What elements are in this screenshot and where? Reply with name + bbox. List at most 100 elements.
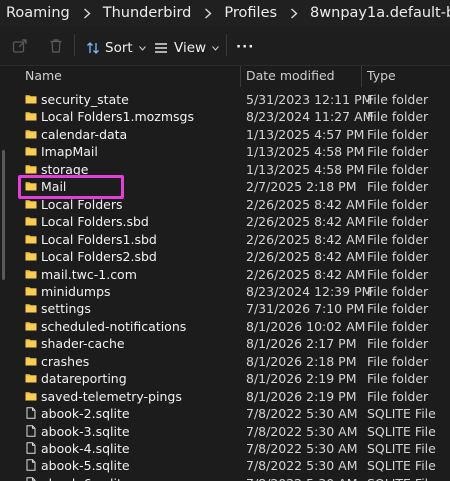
folder-icon: [25, 93, 37, 105]
breadcrumb-item-roaming[interactable]: Roaming: [0, 5, 70, 21]
file-date-modified: 8/23/2024 12:39 PM: [246, 283, 373, 299]
view-label: View: [174, 40, 207, 56]
column-header-type[interactable]: Type: [367, 68, 396, 83]
file-type: File folder: [367, 388, 429, 404]
breadcrumb-item-thunderbird[interactable]: Thunderbird: [103, 5, 192, 21]
sort-button[interactable]: Sort: [86, 40, 146, 56]
file-type: File folder: [367, 109, 429, 125]
folder-icon: [25, 145, 37, 157]
file-list: security_state 5/31/2023 12:11 PM File fol…: [0, 91, 450, 481]
file-name: Local Folders.sbd: [41, 214, 149, 230]
file-name: security_state: [41, 92, 129, 107]
file-row[interactable]: Local Folders.sbd 2/26/2025 8:42 AM File f…: [0, 213, 450, 231]
file-date-modified: 1/13/2025 4:58 PM: [246, 144, 365, 160]
file-date-modified: 7/8/2022 5:30 AM: [246, 458, 358, 474]
file-name: abook-2.sqlite: [41, 406, 130, 422]
mail-folder-highlight: [18, 175, 124, 199]
breadcrumb-item-profile[interactable]: 8wnpay1a.default-beta: [310, 5, 450, 21]
file-name: abook-5.sqlite: [41, 458, 130, 474]
file-name: crashes: [41, 353, 90, 369]
file-date-modified: 7/31/2026 7:10 PM: [246, 301, 365, 317]
file-date-modified: 2/26/2025 8:42 AM: [246, 231, 366, 247]
file-type: File folder: [367, 371, 429, 387]
command-bar: [0, 26, 450, 66]
column-header-row: Name Date modified Type: [0, 66, 450, 87]
file-icon: [25, 442, 37, 454]
folder-icon: [25, 198, 37, 210]
file-row[interactable]: ImapMail 1/13/2025 4:58 PM File folder: [0, 143, 450, 161]
file-date-modified: 2/26/2025 8:42 AM: [246, 214, 366, 230]
folder-icon: [25, 320, 37, 332]
file-row[interactable]: abook-5.sqlite 7/8/2022 5:30 AM SQLITE Fil…: [0, 457, 450, 475]
file-row[interactable]: mail.twc-1.com 2/26/2025 8:42 AM File fold…: [0, 266, 450, 284]
column-divider[interactable]: [361, 66, 362, 87]
delete-icon[interactable]: [48, 38, 64, 54]
file-name: Local Folders1.mozmsgs: [41, 109, 194, 125]
file-name: settings: [41, 301, 91, 317]
column-header-date[interactable]: Date modified: [246, 68, 335, 83]
folder-icon: [25, 355, 37, 367]
file-row[interactable]: crashes 8/1/2026 2:18 PM File folder: [0, 353, 450, 371]
file-type: File folder: [367, 318, 429, 334]
file-row[interactable]: Local Folders1.sbd 2/26/2025 8:42 AM File …: [0, 231, 450, 249]
vertical-scrollbar[interactable]: [2, 150, 5, 280]
file-name: minidumps: [41, 283, 111, 299]
file-name: calendar-data: [41, 126, 128, 142]
share-icon[interactable]: [12, 38, 28, 54]
file-name: Local Folders1.sbd: [41, 231, 157, 247]
file-row[interactable]: Local Folders1.mozmsgs 8/23/2024 11:27 AM…: [0, 108, 450, 126]
file-date-modified: 2/26/2025 8:42 AM: [246, 196, 366, 212]
file-row[interactable]: shader-cache 8/1/2026 2:17 PM File folder: [0, 335, 450, 353]
chevron-down-icon: [212, 45, 219, 51]
column-header-name[interactable]: Name: [25, 68, 62, 83]
file-type: SQLITE File: [367, 476, 436, 481]
file-date-modified: 7/8/2022 5:30 AM: [246, 476, 358, 481]
file-date-modified: 7/8/2022 5:30 AM: [246, 441, 358, 456]
file-type: File folder: [367, 336, 429, 352]
file-type: File folder: [367, 144, 429, 160]
file-date-modified: 8/1/2026 10:02 AM: [246, 318, 366, 334]
file-row[interactable]: abook-4.sqlite 7/8/2022 5:30 AM SQLITE Fil…: [0, 440, 450, 458]
file-row[interactable]: security_state 5/31/2023 12:11 PM File fol…: [0, 91, 450, 109]
file-name: abook-4.sqlite: [41, 441, 130, 456]
toolbar-divider: [74, 34, 75, 56]
file-type: File folder: [367, 283, 429, 299]
file-row[interactable]: abook-6.sqlite 7/8/2022 5:30 AM SQLITE Fil…: [0, 475, 450, 481]
folder-icon: [25, 372, 37, 384]
file-row[interactable]: datareporting 8/1/2026 2:19 PM File folder: [0, 370, 450, 388]
folder-icon: [25, 110, 37, 122]
file-row[interactable]: calendar-data 1/13/2025 4:57 PM File folde…: [0, 126, 450, 144]
file-name: saved-telemetry-pings: [41, 388, 182, 404]
column-divider[interactable]: [240, 66, 241, 87]
file-row[interactable]: settings 7/31/2026 7:10 PM File folder: [0, 300, 450, 318]
sort-icon: [87, 42, 99, 54]
breadcrumb-item-profiles[interactable]: Profiles: [224, 5, 277, 21]
file-row[interactable]: Local Folders2.sbd 2/26/2025 8:42 AM File …: [0, 248, 450, 266]
sort-label: Sort: [105, 40, 133, 56]
file-date-modified: 1/13/2025 4:57 PM: [246, 126, 365, 142]
file-row[interactable]: abook-3.sqlite 7/8/2022 5:30 AM SQLITE Fil…: [0, 423, 450, 441]
file-date-modified: 2/7/2025 2:18 PM: [246, 179, 357, 195]
view-icon: [155, 43, 167, 53]
file-row[interactable]: scheduled-notifications 8/1/2026 10:02 AM…: [0, 318, 450, 336]
file-icon: [25, 407, 37, 419]
file-date-modified: 8/23/2024 11:27 AM: [246, 109, 374, 125]
chevron-right-icon[interactable]: [204, 7, 212, 19]
file-name: shader-cache: [41, 336, 125, 352]
file-row[interactable]: abook-2.sqlite 7/8/2022 5:30 AM SQLITE Fil…: [0, 405, 450, 423]
folder-icon: [25, 337, 37, 349]
folder-icon: [25, 215, 37, 227]
breadcrumb: Roaming Thunderbird Profiles 8wnpay1a.de…: [0, 0, 450, 26]
file-date-modified: 7/8/2022 5:30 AM: [246, 423, 358, 439]
chevron-right-icon[interactable]: [83, 7, 91, 19]
file-row[interactable]: minidumps 8/23/2024 12:39 PM File folder: [0, 283, 450, 301]
file-name: datareporting: [41, 371, 127, 387]
file-type: File folder: [367, 353, 429, 369]
file-type: SQLITE File: [367, 423, 436, 439]
file-type: File folder: [367, 196, 429, 212]
more-options-button[interactable]: ···: [236, 39, 254, 55]
file-row[interactable]: saved-telemetry-pings 8/1/2026 2:19 PM Fil…: [0, 388, 450, 406]
view-button[interactable]: View: [154, 40, 219, 56]
file-date-modified: 8/1/2026 2:18 PM: [246, 353, 357, 369]
chevron-right-icon[interactable]: [290, 7, 298, 19]
